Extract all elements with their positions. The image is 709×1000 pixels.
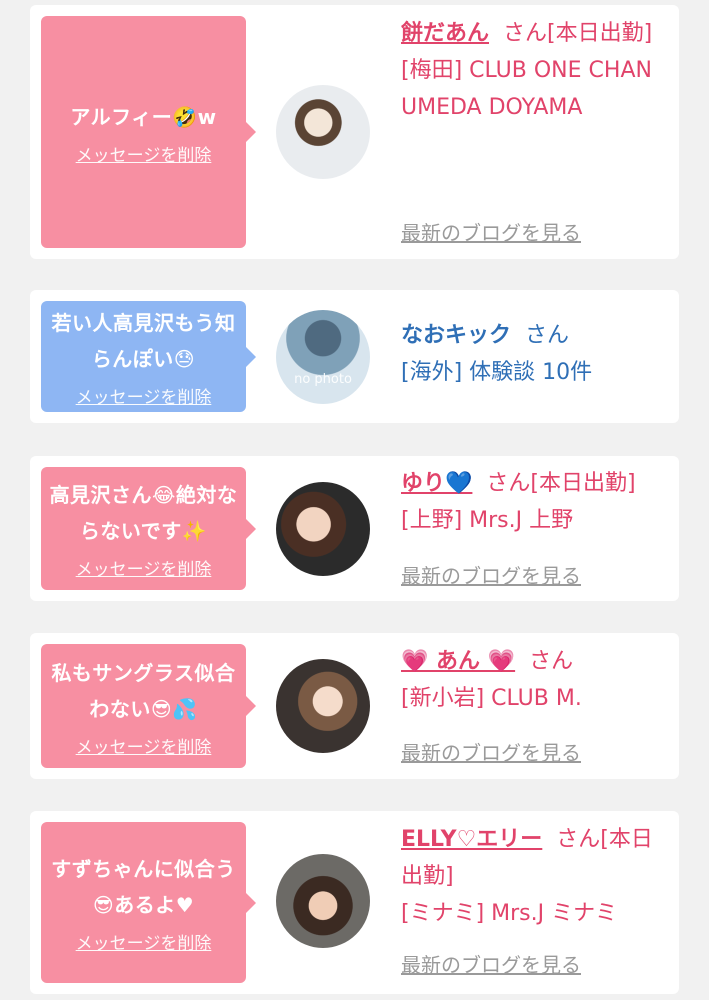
message-card: アルフィー🤣w メッセージを削除 餅だあん さん[本日出勤] [梅田] CLUB … [30, 5, 679, 259]
delete-message-link[interactable]: メッセージを削除 [76, 733, 212, 758]
shop-info: [新小岩] CLUB M. [401, 686, 582, 711]
delete-message-link[interactable]: メッセージを削除 [76, 141, 212, 166]
sender-suffix: さん [525, 323, 570, 348]
latest-blog-link[interactable]: 最新のブログを見る [401, 560, 581, 589]
sender-suffix: さん[本日出勤] [486, 471, 636, 496]
message-text: 若い人高見沢もう知らんぽい😓 [51, 311, 236, 371]
message-text: アルフィー🤣w [70, 104, 217, 129]
sender-info: 💗 あん 💗 さん [新小岩] CLUB M. [401, 643, 671, 717]
message-bubble: 若い人高見沢もう知らんぽい😓 メッセージを削除 [41, 301, 256, 412]
latest-blog-link[interactable]: 最新のブログを見る [401, 217, 581, 246]
latest-blog-link[interactable]: 最新のブログを見る [401, 949, 581, 978]
delete-message-link[interactable]: メッセージを削除 [76, 929, 212, 954]
message-card: すずちゃんに似合う😎あるよ♥ メッセージを削除 ELLY♡エリー さん[本日出勤]… [30, 811, 679, 994]
sender-name-link[interactable]: なおキック [401, 323, 511, 348]
sender-name-link[interactable]: 💗 あん 💗 [401, 649, 515, 674]
message-text: すずちゃんに似合う😎あるよ♥ [51, 857, 236, 917]
delete-message-link[interactable]: メッセージを削除 [76, 555, 212, 580]
sender-name-link[interactable]: ELLY♡エリー [401, 827, 542, 852]
delete-message-link[interactable]: メッセージを削除 [76, 383, 212, 408]
sender-suffix: さん[本日出勤] [503, 21, 653, 46]
avatar[interactable] [276, 482, 370, 576]
sender-suffix: さん [529, 649, 574, 674]
shop-info: [ミナミ] Mrs.J ミナミ [401, 901, 618, 926]
message-bubble: 私もサングラス似合わない😎💦 メッセージを削除 [41, 644, 256, 768]
message-bubble: 高見沢さん😂絶対ならないです✨ メッセージを削除 [41, 467, 256, 590]
shop-info: [上野] Mrs.J 上野 [401, 508, 574, 533]
latest-blog-link[interactable]: 最新のブログを見る [401, 737, 581, 766]
shop-info: [梅田] CLUB ONE CHAN UMEDA DOYAMA [401, 58, 652, 120]
message-card: 若い人高見沢もう知らんぽい😓 メッセージを削除 no photo なおキック さん… [30, 290, 679, 423]
sender-info: ELLY♡エリー さん[本日出勤] [ミナミ] Mrs.J ミナミ [401, 821, 671, 932]
sender-name-link[interactable]: 餅だあん [401, 21, 489, 46]
message-text: 私もサングラス似合わない😎💦 [51, 660, 236, 721]
sender-info: ゆり💙 さん[本日出勤] [上野] Mrs.J 上野 [401, 465, 671, 539]
sender-info: 餅だあん さん[本日出勤] [梅田] CLUB ONE CHAN UMEDA DO… [401, 15, 671, 126]
message-list: アルフィー🤣w メッセージを削除 餅だあん さん[本日出勤] [梅田] CLUB … [0, 0, 709, 1000]
sender-name-link[interactable]: ゆり💙 [401, 471, 472, 496]
no-photo-label: no photo [294, 372, 352, 387]
message-card: 高見沢さん😂絶対ならないです✨ メッセージを削除 ゆり💙 さん[本日出勤] [上野… [30, 456, 679, 601]
message-bubble: すずちゃんに似合う😎あるよ♥ メッセージを削除 [41, 822, 256, 983]
message-card: 私もサングラス似合わない😎💦 メッセージを削除 💗 あん 💗 さん [新小岩] C… [30, 633, 679, 779]
message-text: 高見沢さん😂絶対ならないです✨ [49, 483, 238, 543]
shop-info: [海外] 体験談 10件 [401, 360, 593, 385]
avatar[interactable] [276, 85, 370, 179]
message-bubble: アルフィー🤣w メッセージを削除 [41, 16, 256, 248]
avatar[interactable] [276, 659, 370, 753]
avatar[interactable] [276, 854, 370, 948]
avatar-no-photo[interactable]: no photo [276, 310, 370, 404]
sender-info: なおキック さん [海外] 体験談 10件 [401, 317, 671, 391]
